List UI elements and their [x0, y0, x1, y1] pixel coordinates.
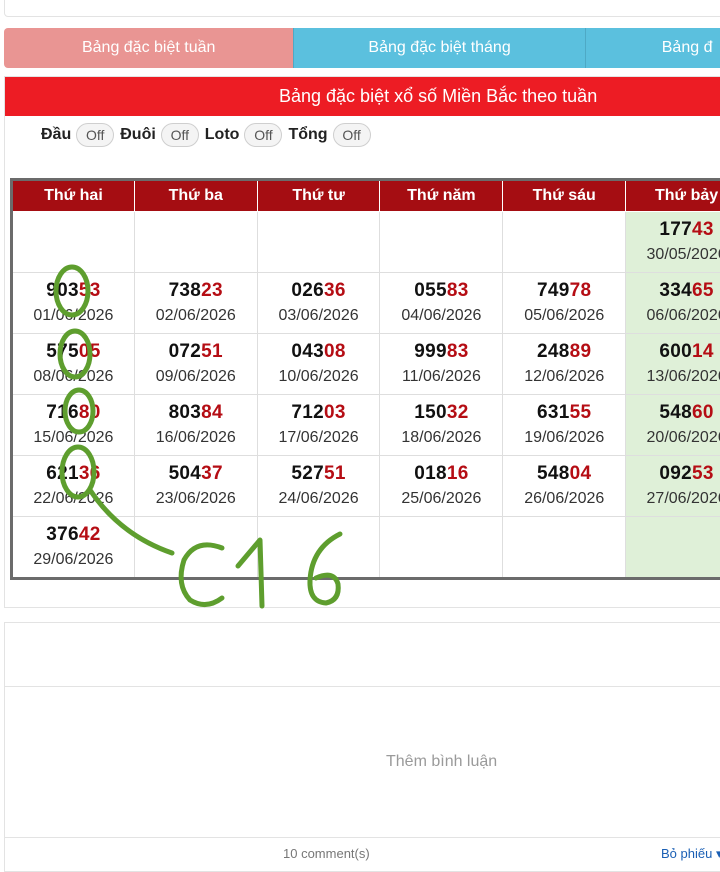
ink-circle	[60, 331, 90, 377]
comment-count: 10 comment(s)	[283, 846, 370, 861]
ink-digit-1	[238, 540, 262, 606]
ink-letter-c	[181, 545, 222, 605]
comment-placeholder: Thêm bình luận	[386, 753, 497, 771]
vote-label: Bỏ phiếu	[661, 846, 712, 861]
ink-digit-6	[310, 534, 340, 603]
ink-circle	[56, 267, 88, 315]
ink-circle	[65, 390, 93, 432]
ink-arrow-line	[90, 490, 172, 553]
comment-input[interactable]	[4, 686, 720, 838]
